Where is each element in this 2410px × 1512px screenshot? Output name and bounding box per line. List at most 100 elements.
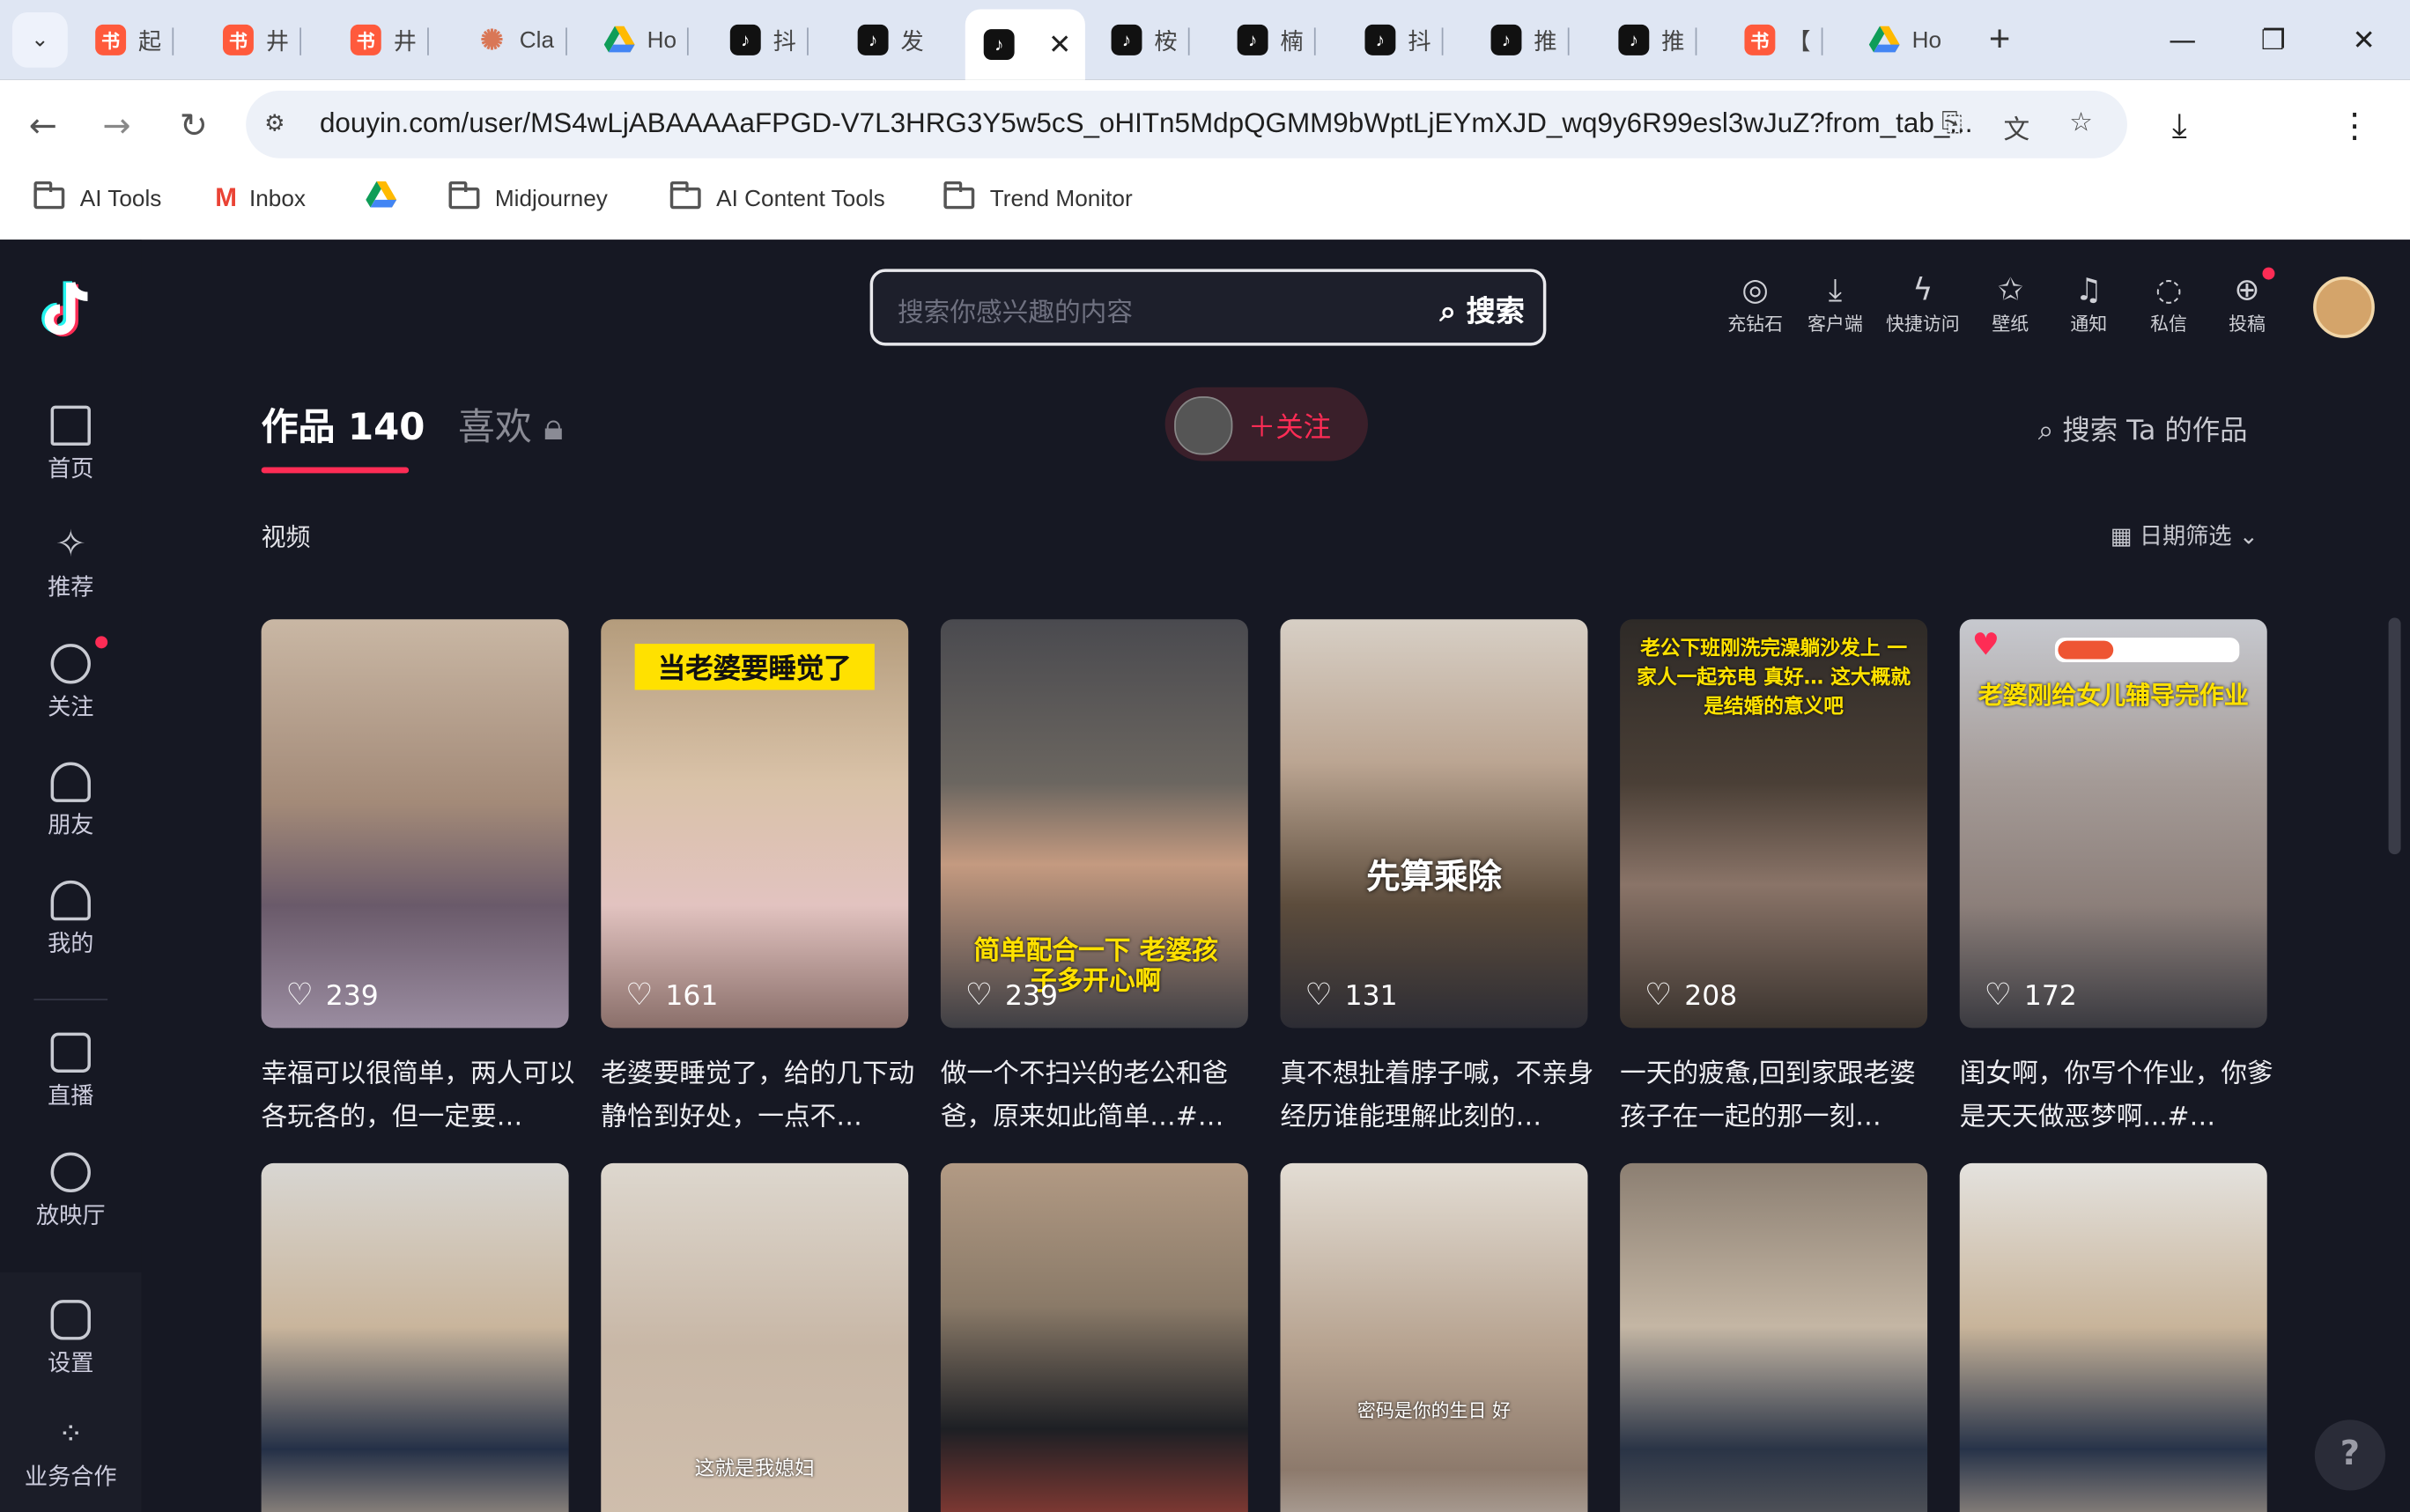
nav-following[interactable]: 关注 bbox=[0, 644, 142, 722]
top-client[interactable]: ⤓ 客户端 bbox=[1791, 270, 1880, 336]
nav-recommend[interactable]: ✧ 推荐 bbox=[0, 524, 142, 602]
top-quick-access[interactable]: ϟ 快捷访问 bbox=[1878, 270, 1967, 336]
browser-tab[interactable]: 书井 bbox=[350, 15, 429, 64]
tab-search-chevron-icon[interactable]: ⌄ bbox=[11, 11, 68, 68]
nav-live[interactable]: 直播 bbox=[0, 1032, 142, 1111]
video-thumbnail[interactable]: 老公下班刚洗完澡躺沙发上 一家人一起充电 真好… 这大概就是结婚的意义吧 bbox=[1620, 619, 1928, 1029]
browser-menu-icon[interactable]: ⋮ bbox=[2330, 105, 2379, 148]
chat-bubble-icon: ◌ bbox=[2155, 270, 2183, 307]
top-upload[interactable]: ⊕ 投稿 bbox=[2202, 270, 2291, 336]
nav-me[interactable]: 我的 bbox=[0, 880, 142, 959]
user-avatar[interactable] bbox=[2313, 277, 2375, 338]
search-icon: ⌕ bbox=[1439, 295, 1467, 329]
site-info-icon[interactable]: ⚙ bbox=[264, 109, 295, 140]
video-thumbnail[interactable] bbox=[1620, 1162, 1928, 1512]
video-caption[interactable]: 做一个不扫兴的老公和爸爸，原来如此简单…#… bbox=[941, 1052, 1257, 1139]
video-thumbnail[interactable] bbox=[940, 1162, 1248, 1512]
minimize-icon[interactable]: — bbox=[2160, 18, 2206, 62]
forward-arrow-icon[interactable]: → bbox=[92, 105, 142, 148]
like-count: ♡ 131 bbox=[1305, 976, 1398, 1013]
search-input[interactable]: 搜索你感兴趣的内容 bbox=[898, 291, 1133, 329]
bookmark-star-icon[interactable]: ☆ bbox=[2063, 107, 2100, 141]
reload-icon[interactable]: ↻ bbox=[169, 105, 218, 148]
top-notifications[interactable]: ♫ 通知 bbox=[2044, 270, 2133, 336]
video-caption[interactable]: 老婆要睡觉了，给的几下动静恰到好处，一点不… bbox=[601, 1052, 917, 1139]
video-thumbnail[interactable] bbox=[261, 619, 569, 1029]
like-count: ♡ 208 bbox=[1645, 976, 1738, 1013]
heart-icon: ♡ bbox=[625, 976, 654, 1013]
browser-tab[interactable]: 书【 bbox=[1744, 15, 1823, 64]
date-filter-dropdown[interactable]: ▦ 日期筛选 ⌄ bbox=[2111, 520, 2258, 552]
top-recharge[interactable]: ◎ 充钻石 bbox=[1711, 270, 1800, 336]
video-thumbnail[interactable]: 密码是你的生日 好 bbox=[1280, 1162, 1588, 1512]
browser-tab-active[interactable]: ♪ ✕ bbox=[965, 9, 1085, 80]
download-icon[interactable]: ⤓ bbox=[2155, 105, 2204, 148]
lock-icon: 🔒︎ bbox=[543, 405, 564, 449]
video-thumbnail[interactable]: 简单配合一下 老婆孩子多开心啊 bbox=[940, 619, 1248, 1029]
bookmark-trend-monitor[interactable]: Trend Monitor bbox=[943, 178, 1133, 218]
nav-business[interactable]: ⁘ 业务合作 bbox=[0, 1413, 142, 1492]
translate-icon[interactable]: 文 bbox=[1998, 107, 2035, 146]
browser-tab[interactable]: 书起 bbox=[95, 15, 174, 64]
video-thumbnail[interactable]: 这就是我媳妇 bbox=[601, 1162, 909, 1512]
xiaohongshu-icon: 书 bbox=[223, 24, 254, 55]
browser-tab[interactable]: ♪ 推 bbox=[1490, 15, 1570, 64]
back-arrow-icon[interactable]: ← bbox=[18, 105, 68, 148]
browser-tab[interactable]: Ho bbox=[603, 15, 690, 64]
page-scrollbar[interactable] bbox=[2388, 617, 2401, 855]
tab-likes[interactable]: 喜欢 🔒︎ bbox=[458, 396, 563, 450]
section-title: 视频 bbox=[261, 522, 311, 552]
video-caption[interactable]: 真不想扯着脖子喊，不亲身经历谁能理解此刻的… bbox=[1281, 1052, 1597, 1139]
browser-tab[interactable]: ✺ Cla bbox=[477, 15, 567, 64]
folder-icon bbox=[448, 181, 480, 210]
browser-tab[interactable]: ♪ 桉 bbox=[1111, 15, 1190, 64]
browser-tab[interactable]: ♪ 抖 bbox=[729, 15, 809, 64]
bookmark-ai-content-tools[interactable]: AI Content Tools bbox=[669, 178, 885, 218]
grid-circles-icon: ⁘ bbox=[57, 1415, 84, 1452]
folder-icon bbox=[33, 181, 65, 210]
video-caption[interactable]: 一天的疲惫,回到家跟老婆孩子在一起的那一刻… bbox=[1620, 1052, 1936, 1139]
heart-icon: ♡ bbox=[1984, 976, 2012, 1013]
video-thumbnail[interactable]: 先算乘除 bbox=[1280, 619, 1588, 1029]
tab-works[interactable]: 作品 140 bbox=[262, 396, 425, 450]
search-works-button[interactable]: ⌕ 搜索 Ta 的作品 bbox=[2038, 409, 2248, 448]
douyin-user-page: 首页 ✧ 推荐 关注 朋友 我的 直播 放映厅 设置 ⁘ 业务合作 搜索你感兴趣的内… bbox=[0, 240, 2410, 1512]
video-thumbnail[interactable] bbox=[261, 1162, 569, 1512]
url-text[interactable]: douyin.com/user/MS4wLjABAAAAaFPGD-V7L3HR… bbox=[320, 107, 1973, 140]
browser-tab[interactable]: ♪ 楠 bbox=[1237, 15, 1316, 64]
search-button[interactable]: ⌕ 搜索 bbox=[1439, 289, 1524, 330]
bookmark-midjourney[interactable]: Midjourney bbox=[448, 178, 608, 218]
friends-icon bbox=[50, 762, 91, 802]
video-thumbnail[interactable] bbox=[1959, 1162, 2267, 1512]
video-thumbnail[interactable]: ♥ 老婆刚给女儿辅导完作业 bbox=[1959, 619, 2267, 1029]
bookmark-ai-tools[interactable]: AI Tools bbox=[33, 178, 161, 218]
top-wallpaper[interactable]: ✩ 壁纸 bbox=[1966, 270, 2055, 336]
video-thumbnail[interactable]: 当老婆要睡觉了 bbox=[601, 619, 909, 1029]
browser-tab[interactable]: ♪ 抖 bbox=[1364, 15, 1444, 64]
video-caption[interactable]: 幸福可以很简单，两人可以各玩各的，但一定要… bbox=[262, 1052, 578, 1139]
install-app-icon[interactable]: ⎘ bbox=[1933, 107, 1970, 141]
bookmark-google-drive[interactable] bbox=[366, 178, 397, 218]
browser-tab[interactable]: Ho bbox=[1868, 15, 1941, 64]
search-box[interactable]: 搜索你感兴趣的内容 ⌕ 搜索 bbox=[869, 269, 1547, 346]
browser-tab[interactable]: ♪ 发 bbox=[857, 15, 924, 64]
nav-settings[interactable]: 设置 bbox=[0, 1300, 142, 1378]
top-messages[interactable]: ◌ 私信 bbox=[2124, 270, 2213, 336]
bookmark-inbox[interactable]: M Inbox bbox=[215, 178, 306, 218]
gmail-icon: M bbox=[215, 182, 238, 212]
close-window-icon[interactable]: ✕ bbox=[2340, 18, 2386, 62]
browser-tab[interactable]: 书井 bbox=[223, 15, 302, 64]
address-bar[interactable]: ⚙ douyin.com/user/MS4wLjABAAAAaFPGD-V7L3… bbox=[246, 90, 2127, 159]
nav-friends[interactable]: 朋友 bbox=[0, 762, 142, 840]
new-tab-plus-icon[interactable]: + bbox=[1989, 15, 2010, 64]
close-tab-icon[interactable]: ✕ bbox=[1048, 28, 1071, 61]
restore-icon[interactable]: ❐ bbox=[2251, 18, 2296, 62]
help-question-icon[interactable]: ? bbox=[2314, 1420, 2386, 1491]
browser-tab[interactable]: ♪ 推 bbox=[1618, 15, 1697, 64]
person-icon bbox=[50, 880, 91, 921]
nav-home[interactable]: 首页 bbox=[0, 405, 142, 484]
follow-button[interactable]: ＋关注 bbox=[1164, 387, 1368, 461]
douyin-logo-icon[interactable] bbox=[33, 274, 104, 344]
video-caption[interactable]: 闺女啊，你写个作业，你爹是天天做恶梦啊...#… bbox=[1960, 1052, 2276, 1139]
nav-theater[interactable]: 放映厅 bbox=[0, 1152, 142, 1231]
